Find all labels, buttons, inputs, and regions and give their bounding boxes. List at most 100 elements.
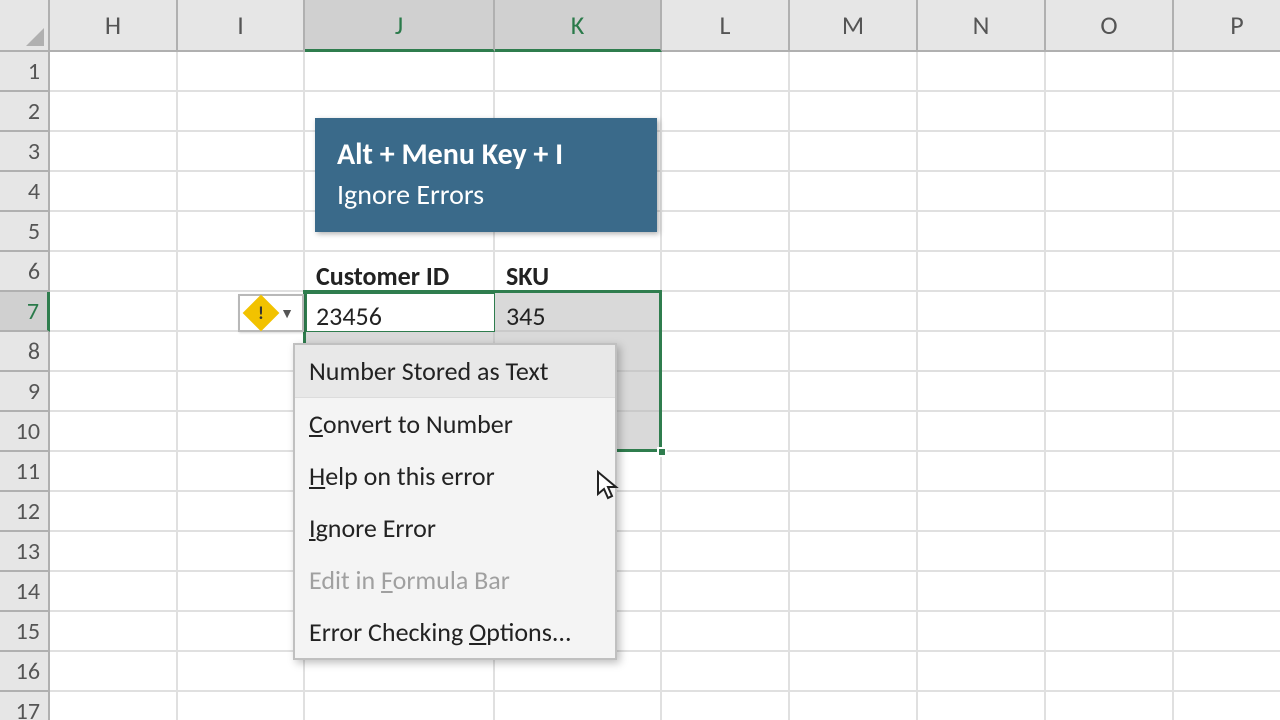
cell-P6[interactable]	[1174, 252, 1280, 292]
row-header-10[interactable]: 10	[0, 412, 50, 452]
cell-P11[interactable]	[1174, 452, 1280, 492]
cell-M11[interactable]	[790, 452, 918, 492]
cell-H16[interactable]	[50, 652, 178, 692]
cell-N13[interactable]	[918, 532, 1046, 572]
cell-L9[interactable]	[662, 372, 790, 412]
fill-handle[interactable]	[657, 447, 667, 457]
cell-O11[interactable]	[1046, 452, 1174, 492]
cell-N8[interactable]	[918, 332, 1046, 372]
cell-P13[interactable]	[1174, 532, 1280, 572]
cell-P8[interactable]	[1174, 332, 1280, 372]
cell-H13[interactable]	[50, 532, 178, 572]
cell-L10[interactable]	[662, 412, 790, 452]
row-header-3[interactable]: 3	[0, 132, 50, 172]
cell-I17[interactable]	[178, 692, 305, 720]
cell-H15[interactable]	[50, 612, 178, 652]
cell-I10[interactable]	[178, 412, 305, 452]
cell-N3[interactable]	[918, 132, 1046, 172]
cell-O4[interactable]	[1046, 172, 1174, 212]
cell-L1[interactable]	[662, 52, 790, 92]
cell-L7[interactable]	[662, 292, 790, 332]
cell-P14[interactable]	[1174, 572, 1280, 612]
column-header-N[interactable]: N	[918, 0, 1046, 52]
cell-K17[interactable]	[495, 692, 662, 720]
cell-H5[interactable]	[50, 212, 178, 252]
cell-I9[interactable]	[178, 372, 305, 412]
cell-N11[interactable]	[918, 452, 1046, 492]
cell-I1[interactable]	[178, 52, 305, 92]
cell-N5[interactable]	[918, 212, 1046, 252]
cell-H3[interactable]	[50, 132, 178, 172]
cell-L13[interactable]	[662, 532, 790, 572]
column-header-P[interactable]: P	[1174, 0, 1280, 52]
cell-P12[interactable]	[1174, 492, 1280, 532]
cell-P2[interactable]	[1174, 92, 1280, 132]
cell-L8[interactable]	[662, 332, 790, 372]
cell-M17[interactable]	[790, 692, 918, 720]
cell-O8[interactable]	[1046, 332, 1174, 372]
cell-P1[interactable]	[1174, 52, 1280, 92]
cell-M10[interactable]	[790, 412, 918, 452]
cell-H12[interactable]	[50, 492, 178, 532]
cell-M7[interactable]	[790, 292, 918, 332]
cell-M13[interactable]	[790, 532, 918, 572]
cell-N1[interactable]	[918, 52, 1046, 92]
cell-P17[interactable]	[1174, 692, 1280, 720]
cell-N10[interactable]	[918, 412, 1046, 452]
row-header-15[interactable]: 15	[0, 612, 50, 652]
column-header-M[interactable]: M	[790, 0, 918, 52]
cell-H11[interactable]	[50, 452, 178, 492]
cell-P4[interactable]	[1174, 172, 1280, 212]
cell-L12[interactable]	[662, 492, 790, 532]
cell-H1[interactable]	[50, 52, 178, 92]
cell-I13[interactable]	[178, 532, 305, 572]
cell-H17[interactable]	[50, 692, 178, 720]
cell-N16[interactable]	[918, 652, 1046, 692]
cell-I15[interactable]	[178, 612, 305, 652]
column-header-I[interactable]: I	[178, 0, 305, 52]
cell-H10[interactable]	[50, 412, 178, 452]
cell-N17[interactable]	[918, 692, 1046, 720]
cell-O12[interactable]	[1046, 492, 1174, 532]
error-indicator-button[interactable]: ! ▼	[238, 294, 304, 332]
cell-M8[interactable]	[790, 332, 918, 372]
cell-H9[interactable]	[50, 372, 178, 412]
cell-M2[interactable]	[790, 92, 918, 132]
cell-O17[interactable]	[1046, 692, 1174, 720]
menu-item-2[interactable]: Ignore Error	[295, 502, 615, 554]
row-header-1[interactable]: 1	[0, 52, 50, 92]
row-header-13[interactable]: 13	[0, 532, 50, 572]
cell-H14[interactable]	[50, 572, 178, 612]
cell-O13[interactable]	[1046, 532, 1174, 572]
cell-O1[interactable]	[1046, 52, 1174, 92]
cell-M6[interactable]	[790, 252, 918, 292]
row-header-9[interactable]: 9	[0, 372, 50, 412]
cell-P9[interactable]	[1174, 372, 1280, 412]
cell-N7[interactable]	[918, 292, 1046, 332]
cell-N14[interactable]	[918, 572, 1046, 612]
cell-M3[interactable]	[790, 132, 918, 172]
column-header-K[interactable]: K	[495, 0, 662, 52]
row-header-4[interactable]: 4	[0, 172, 50, 212]
cell-I5[interactable]	[178, 212, 305, 252]
cell-L5[interactable]	[662, 212, 790, 252]
cell-M15[interactable]	[790, 612, 918, 652]
column-header-H[interactable]: H	[50, 0, 178, 52]
cell-L6[interactable]	[662, 252, 790, 292]
cell-O2[interactable]	[1046, 92, 1174, 132]
cell-L11[interactable]	[662, 452, 790, 492]
cell-L16[interactable]	[662, 652, 790, 692]
cell-L4[interactable]	[662, 172, 790, 212]
cell-I3[interactable]	[178, 132, 305, 172]
cell-H4[interactable]	[50, 172, 178, 212]
cell-H7[interactable]	[50, 292, 178, 332]
cell-O9[interactable]	[1046, 372, 1174, 412]
cell-I6[interactable]	[178, 252, 305, 292]
cell-N2[interactable]	[918, 92, 1046, 132]
cell-M14[interactable]	[790, 572, 918, 612]
cell-L17[interactable]	[662, 692, 790, 720]
cell-N6[interactable]	[918, 252, 1046, 292]
cell-grid[interactable]	[50, 52, 1280, 720]
cell-I8[interactable]	[178, 332, 305, 372]
cell-I11[interactable]	[178, 452, 305, 492]
